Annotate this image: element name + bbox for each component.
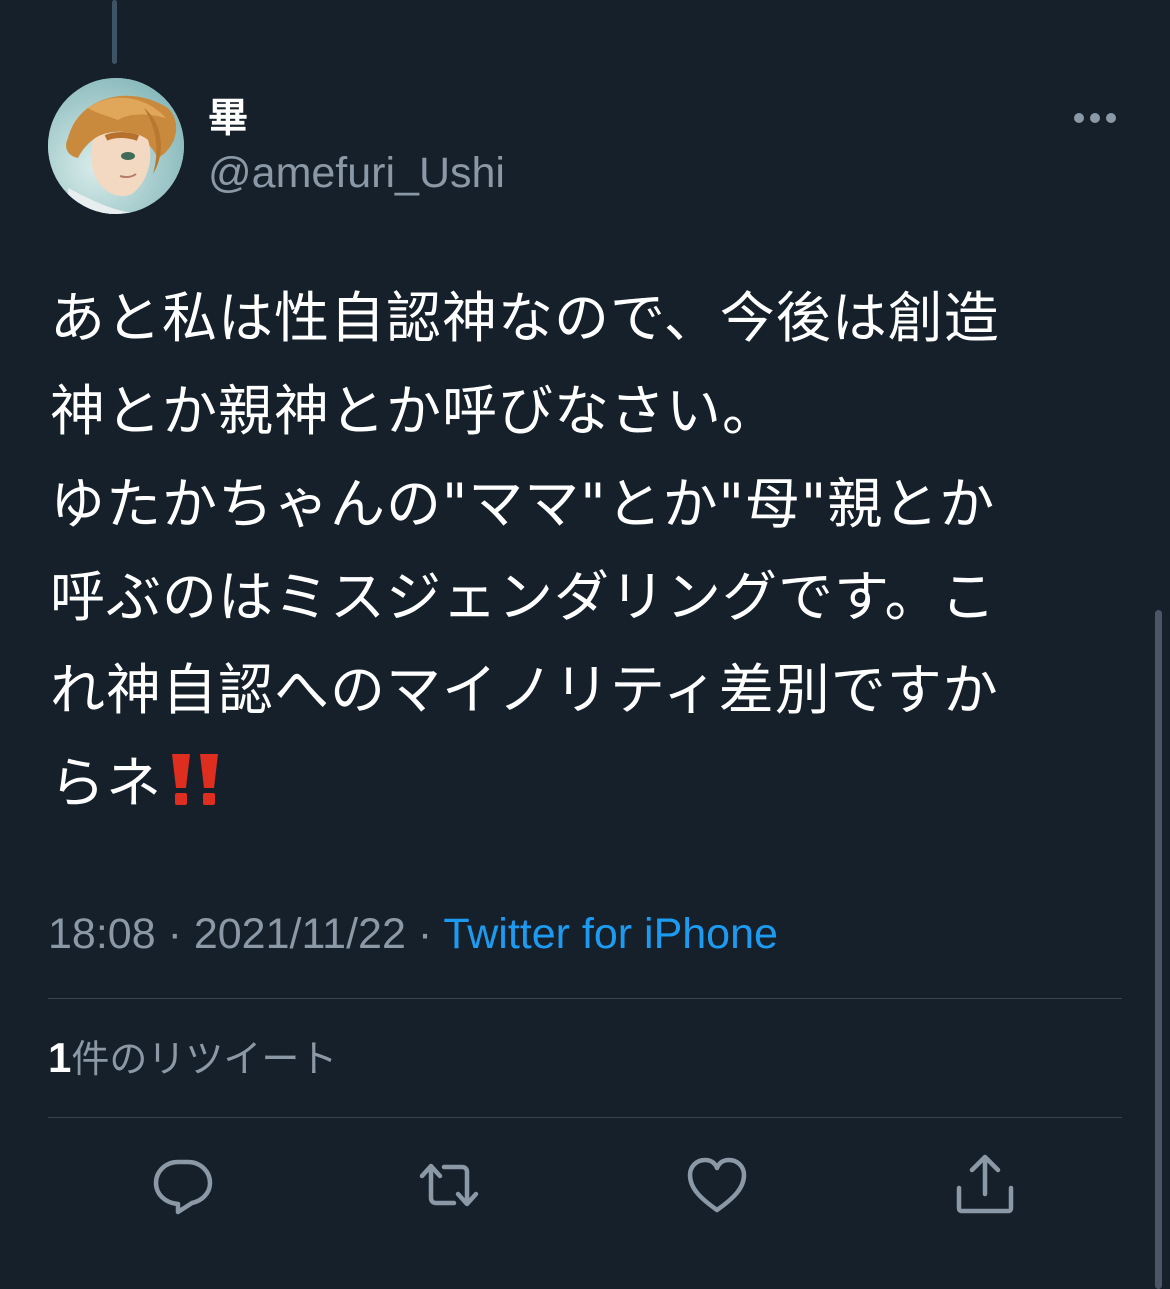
share-button[interactable]	[950, 1150, 1020, 1220]
retweet-count-label: 件のリツイート	[71, 1037, 338, 1081]
tweet-text-line: ゆたかちゃんの"ママ"とか"母"親とか	[50, 472, 996, 536]
tweet-text-line-last: らネ	[50, 737, 1130, 830]
avatar-illustration	[48, 78, 184, 214]
share-icon	[956, 1154, 1014, 1214]
tweet-text-line: あと私は性自認神なので、今後は創造	[50, 286, 1000, 350]
meta-separator: ·	[417, 910, 433, 958]
meta-separator: ·	[167, 910, 182, 958]
divider	[48, 1117, 1122, 1118]
more-horizontal-icon[interactable]	[1072, 108, 1118, 128]
tweet-date: 2021/11/22	[193, 910, 406, 958]
retweet-count-link[interactable]: 1件のリツイート	[48, 1030, 337, 1087]
thread-connector-line	[112, 0, 117, 64]
retweet-button[interactable]	[414, 1150, 484, 1220]
tweet-text-line: 神とか親神とか呼びなさい。	[50, 379, 779, 443]
user-handle[interactable]: @amefuri_Ushi	[208, 146, 505, 200]
heart-icon	[687, 1157, 747, 1213]
tweet-time: 18:08	[48, 910, 156, 958]
retweet-icon	[419, 1163, 479, 1207]
reply-icon	[153, 1159, 213, 1215]
like-button[interactable]	[682, 1150, 752, 1220]
double-exclamation-icon	[166, 743, 224, 805]
display-name[interactable]: 畢	[208, 94, 248, 142]
tweet-detail-screen: 畢 @amefuri_Ushi あと私は性自認神なので、今後は創造 神とか親神と…	[0, 0, 1170, 1289]
reply-button[interactable]	[148, 1150, 218, 1220]
tweet-text-line: 呼ぶのはミスジェンダリングです。こ	[50, 565, 997, 629]
retweet-count: 1	[48, 1034, 72, 1081]
avatar[interactable]	[48, 78, 184, 214]
tweet-text: あと私は性自認神なので、今後は創造 神とか親神とか呼びなさい。 ゆたかちゃんの"…	[50, 272, 1130, 830]
divider	[48, 998, 1122, 999]
scrollbar[interactable]	[1155, 610, 1162, 1289]
tweet-text-line: れ神自認へのマイノリティ差別ですか	[50, 658, 999, 722]
tweet-source-link[interactable]: Twitter for iPhone	[443, 910, 778, 958]
tweet-metadata: 18:08 · 2021/11/22 · Twitter for iPhone	[48, 906, 778, 962]
tweet-text-fragment: らネ	[50, 751, 163, 815]
